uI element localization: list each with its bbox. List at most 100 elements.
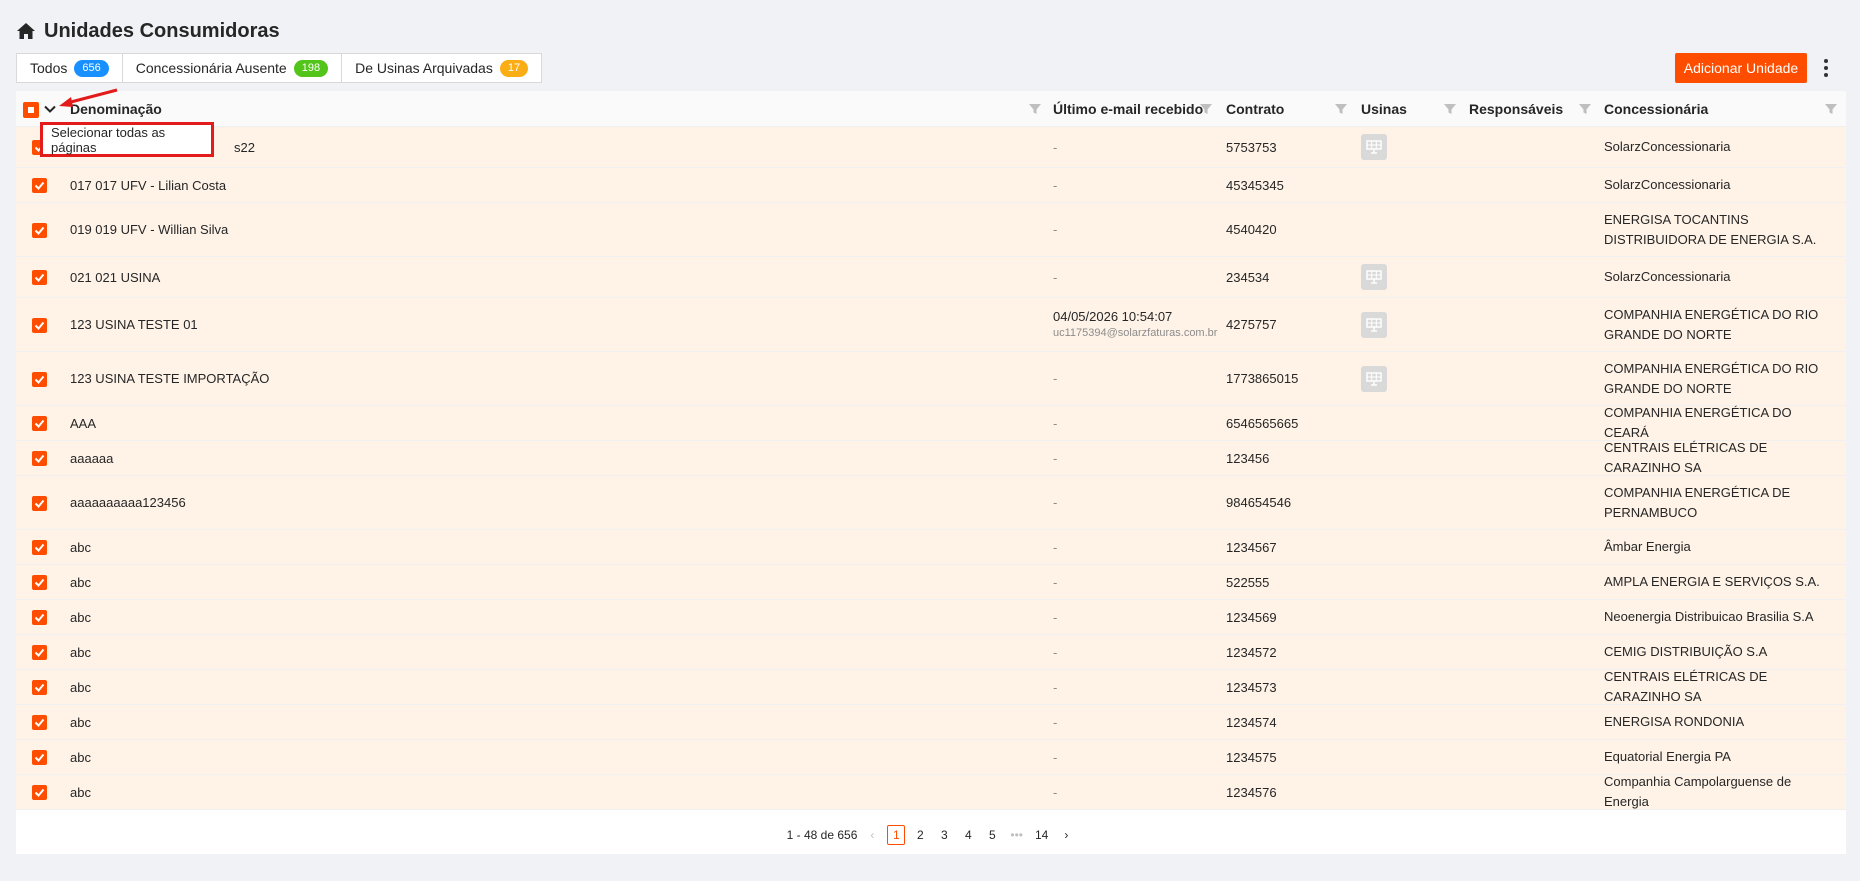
page-3-button[interactable]: 3 <box>935 825 953 845</box>
cell-concessionaria: COMPANHIA ENERGÉTICA DE PERNAMBUCO <box>1604 484 1791 520</box>
solar-panel-icon[interactable] <box>1361 311 1387 338</box>
column-header-email[interactable]: Último e-mail recebido <box>1053 91 1203 127</box>
table-row[interactable]: 123 USINA TESTE 01 04/05/2026 10:54:07 uc1… <box>16 298 1846 352</box>
cell-contrato: 1234576 <box>1226 784 1277 800</box>
cell-contrato: 1234575 <box>1226 749 1277 765</box>
email-empty: - <box>1053 679 1058 695</box>
cell-concessionaria: ENERGISA TOCANTINS DISTRIBUIDORA DE ENER… <box>1604 211 1817 247</box>
table-row[interactable]: abc - 1234569 Neoenergia Distribuicao Brasi… <box>16 600 1846 635</box>
cell-concessionaria: CENTRAIS ELÉTRICAS DE CARAZINHO SA <box>1604 440 1768 475</box>
row-checkbox[interactable] <box>32 715 47 730</box>
check-icon <box>34 683 45 692</box>
table-row[interactable]: abc - 1234573 CENTRAIS ELÉTRICAS DE CARAZIN… <box>16 669 1846 705</box>
table-row[interactable]: s22 - 5753753 SolarzConcessionaria <box>16 127 1846 168</box>
page-2-button[interactable]: 2 <box>911 825 929 845</box>
tab-todos[interactable]: Todos 656 <box>16 53 123 83</box>
table-row[interactable]: abc - 1234574 ENERGISA RONDONIA <box>16 705 1846 740</box>
row-checkbox[interactable] <box>32 416 47 431</box>
filter-icon[interactable] <box>1824 102 1838 116</box>
email-empty: - <box>1053 177 1058 193</box>
check-icon <box>34 613 45 622</box>
cell-concessionaria: ENERGISA RONDONIA <box>1604 714 1745 729</box>
page-last-button[interactable]: 14 <box>1032 825 1051 845</box>
pagination: 1 - 48 de 656 ‹ 1 2 3 4 5 ••• 14 › <box>16 816 1846 854</box>
filter-icon[interactable] <box>1334 102 1348 116</box>
filter-tabs: Todos 656 Concessionária Ausente 198 De … <box>16 53 543 83</box>
more-pages-ellipsis[interactable]: ••• <box>1007 825 1026 845</box>
cell-email: - <box>1053 476 1057 529</box>
select-all-pages-option[interactable]: Selecionar todas as páginas <box>40 122 214 157</box>
check-icon <box>34 543 45 552</box>
solar-panel-icon[interactable] <box>1361 365 1387 392</box>
prev-page-icon[interactable]: ‹ <box>863 825 881 845</box>
row-checkbox[interactable] <box>32 680 47 695</box>
cell-concessionaria: AMPLA ENERGIA E SERVIÇOS S.A. <box>1604 574 1820 589</box>
filter-icon[interactable] <box>1199 102 1213 116</box>
add-unit-button[interactable]: Adicionar Unidade <box>1675 53 1807 83</box>
solar-panel-icon[interactable] <box>1361 264 1387 290</box>
email-empty: - <box>1053 222 1058 237</box>
row-checkbox[interactable] <box>32 540 47 555</box>
filter-icon[interactable] <box>1578 102 1592 116</box>
cell-denominacao: aaaaaaaaaa123456 <box>70 495 186 510</box>
table-row[interactable]: 017 017 UFV - Lilian Costa - 45345345 Solar… <box>16 168 1846 203</box>
cell-usinas <box>1361 257 1387 297</box>
check-icon <box>34 454 45 463</box>
home-icon <box>17 23 35 39</box>
cell-concessionaria: SolarzConcessionaria <box>1604 269 1731 284</box>
table-row[interactable]: abc - 1234567 Âmbar Energia <box>16 530 1846 565</box>
check-icon <box>34 419 45 428</box>
row-checkbox[interactable] <box>32 178 47 193</box>
email-empty: - <box>1053 450 1058 466</box>
more-options-icon[interactable] <box>1818 53 1834 83</box>
row-checkbox[interactable] <box>32 785 47 800</box>
next-page-icon[interactable]: › <box>1057 825 1075 845</box>
page-5-button[interactable]: 5 <box>983 825 1001 845</box>
tab-concessionaria-ausente[interactable]: Concessionária Ausente 198 <box>122 53 343 83</box>
row-checkbox[interactable] <box>32 270 47 285</box>
table-row[interactable]: 123 USINA TESTE IMPORTAÇÃO - 1773865015 COM… <box>16 352 1846 406</box>
cell-contrato: 45345345 <box>1226 177 1284 193</box>
row-checkbox[interactable] <box>32 645 47 660</box>
row-checkbox[interactable] <box>32 495 47 511</box>
column-header-usinas[interactable]: Usinas <box>1361 91 1407 127</box>
row-checkbox[interactable] <box>32 575 47 590</box>
row-checkbox[interactable] <box>32 371 47 387</box>
table-row[interactable]: abc - 522555 AMPLA ENERGIA E SERVIÇOS S.A. <box>16 565 1846 600</box>
page-4-button[interactable]: 4 <box>959 825 977 845</box>
table-row[interactable]: abc - 1234576 Companhia Campolarguense de E… <box>16 774 1846 810</box>
cell-email: - <box>1053 740 1057 774</box>
cell-concessionaria: COMPANHIA ENERGÉTICA DO RIO GRANDE DO NO… <box>1604 360 1819 396</box>
table-row[interactable]: abc - 1234572 CEMIG DISTRIBUIÇÃO S.A <box>16 635 1846 670</box>
filter-icon[interactable] <box>1443 102 1457 116</box>
table-row[interactable]: AAA - 6546565665 COMPANHIA ENERGÉTICA DO CE… <box>16 405 1846 441</box>
cell-denominacao: 019 019 UFV - Willian Silva <box>70 222 229 237</box>
cell-email: - <box>1053 406 1057 440</box>
cell-concessionaria: SolarzConcessionaria <box>1604 177 1731 192</box>
row-checkbox[interactable] <box>32 610 47 625</box>
cell-contrato: 1234567 <box>1226 539 1277 555</box>
page-1-button[interactable]: 1 <box>887 825 906 845</box>
cell-contrato: 123456 <box>1226 450 1270 466</box>
page-header: Unidades Consumidoras <box>16 16 280 46</box>
table-row[interactable]: aaaaaaaaaa123456 - 984654546 COMPANHIA ENER… <box>16 476 1846 530</box>
check-icon <box>34 648 45 657</box>
row-checkbox[interactable] <box>32 750 47 765</box>
table-row[interactable]: abc - 1234575 Equatorial Energia PA <box>16 740 1846 775</box>
column-header-contrato[interactable]: Contrato <box>1226 91 1284 127</box>
cell-usinas <box>1361 298 1387 351</box>
filter-icon[interactable] <box>1028 102 1042 116</box>
column-header-responsaveis[interactable]: Responsáveis <box>1469 91 1563 127</box>
solar-panel-icon[interactable] <box>1361 134 1387 160</box>
select-all-checkbox[interactable] <box>23 102 39 118</box>
column-header-concessionaria[interactable]: Concessionária <box>1604 91 1708 127</box>
row-checkbox[interactable] <box>32 451 47 466</box>
cell-email: - <box>1053 257 1057 297</box>
table-row[interactable]: aaaaaa - 123456 CENTRAIS ELÉTRICAS DE CARAZ… <box>16 440 1846 476</box>
cell-email: 04/05/2026 10:54:07 uc1175394@solarzfatur… <box>1053 298 1217 351</box>
table-row[interactable]: 019 019 UFV - Willian Silva - 4540420 ENERG… <box>16 203 1846 257</box>
row-checkbox[interactable] <box>32 222 47 238</box>
row-checkbox[interactable] <box>32 317 47 333</box>
table-row[interactable]: 021 021 USINA - 234534 SolarzConcessionaria <box>16 257 1846 298</box>
tab-usinas-arquivadas[interactable]: De Usinas Arquivadas 17 <box>342 53 543 83</box>
